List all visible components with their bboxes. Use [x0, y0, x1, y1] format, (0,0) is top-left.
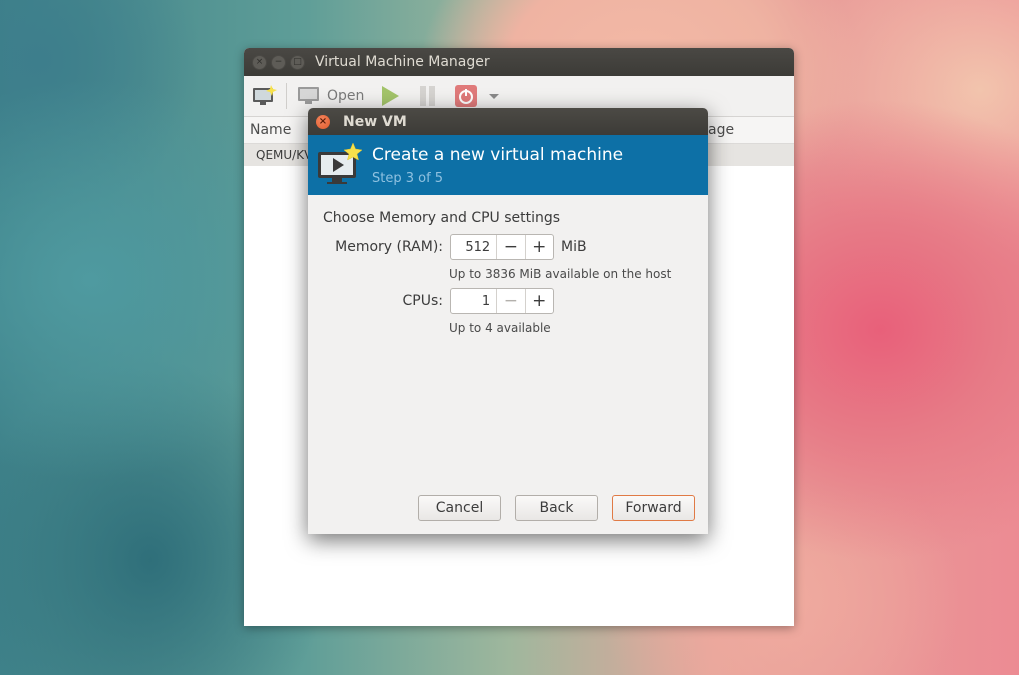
cpus-decrement-button[interactable]: − — [496, 289, 524, 313]
cpus-hint: Up to 4 available — [449, 321, 551, 335]
column-usage[interactable]: age — [708, 122, 734, 138]
back-button[interactable]: Back — [515, 495, 598, 521]
window-controls: × − □ — [252, 54, 305, 70]
memory-label: Memory (RAM): — [335, 239, 443, 255]
cancel-button[interactable]: Cancel — [418, 495, 501, 521]
connection-label: QEMU/KV — [256, 148, 313, 162]
cpus-increment-button[interactable]: + — [524, 289, 553, 313]
banner-text: Create a new virtual machine Step 3 of 5 — [372, 145, 623, 186]
cpus-label: CPUs: — [402, 293, 443, 309]
shutdown-icon[interactable] — [452, 82, 480, 110]
toolbar-separator — [286, 83, 287, 109]
window-close-icon[interactable]: × — [252, 54, 267, 70]
column-name[interactable]: Name — [250, 122, 291, 138]
wizard-title: Create a new virtual machine — [372, 144, 624, 165]
new-vm-icon — [253, 85, 277, 105]
memory-unit: MiB — [561, 239, 587, 255]
memory-increment-button[interactable]: + — [524, 235, 553, 259]
memory-decrement-button[interactable]: − — [496, 235, 524, 259]
wizard-header-banner: Create a new virtual machine Step 3 of 5 — [308, 135, 708, 195]
section-title: Choose Memory and CPU settings — [323, 210, 561, 226]
memory-value[interactable]: 512 — [451, 235, 496, 259]
window-maximize-icon[interactable]: □ — [290, 54, 305, 70]
wizard-step: Step 3 of 5 — [372, 170, 444, 186]
cpus-value[interactable]: 1 — [451, 289, 496, 313]
vmm-titlebar: × − □ Virtual Machine Manager — [244, 48, 794, 76]
dialog-title: New VM — [343, 113, 407, 130]
dialog-titlebar: × New VM — [308, 108, 708, 135]
window-title: Virtual Machine Manager — [315, 54, 490, 70]
pause-icon[interactable] — [414, 82, 442, 110]
open-button-label[interactable]: Open — [327, 88, 364, 104]
shutdown-menu-chevron-down-icon[interactable] — [480, 82, 508, 110]
window-minimize-icon[interactable]: − — [271, 54, 286, 70]
new-vm-button[interactable] — [250, 82, 278, 110]
memory-stepper[interactable]: 512 − + — [450, 234, 554, 260]
forward-button[interactable]: Forward — [612, 495, 695, 521]
memory-hint: Up to 3836 MiB available on the host — [449, 267, 672, 281]
run-icon[interactable] — [376, 82, 404, 110]
new-vm-wizard-icon — [318, 142, 362, 184]
cpus-stepper[interactable]: 1 − + — [450, 288, 554, 314]
new-vm-dialog: × New VM Create a new virtual machine St… — [308, 108, 708, 534]
dialog-close-icon[interactable]: × — [316, 114, 330, 129]
open-vm-icon[interactable] — [295, 82, 323, 110]
